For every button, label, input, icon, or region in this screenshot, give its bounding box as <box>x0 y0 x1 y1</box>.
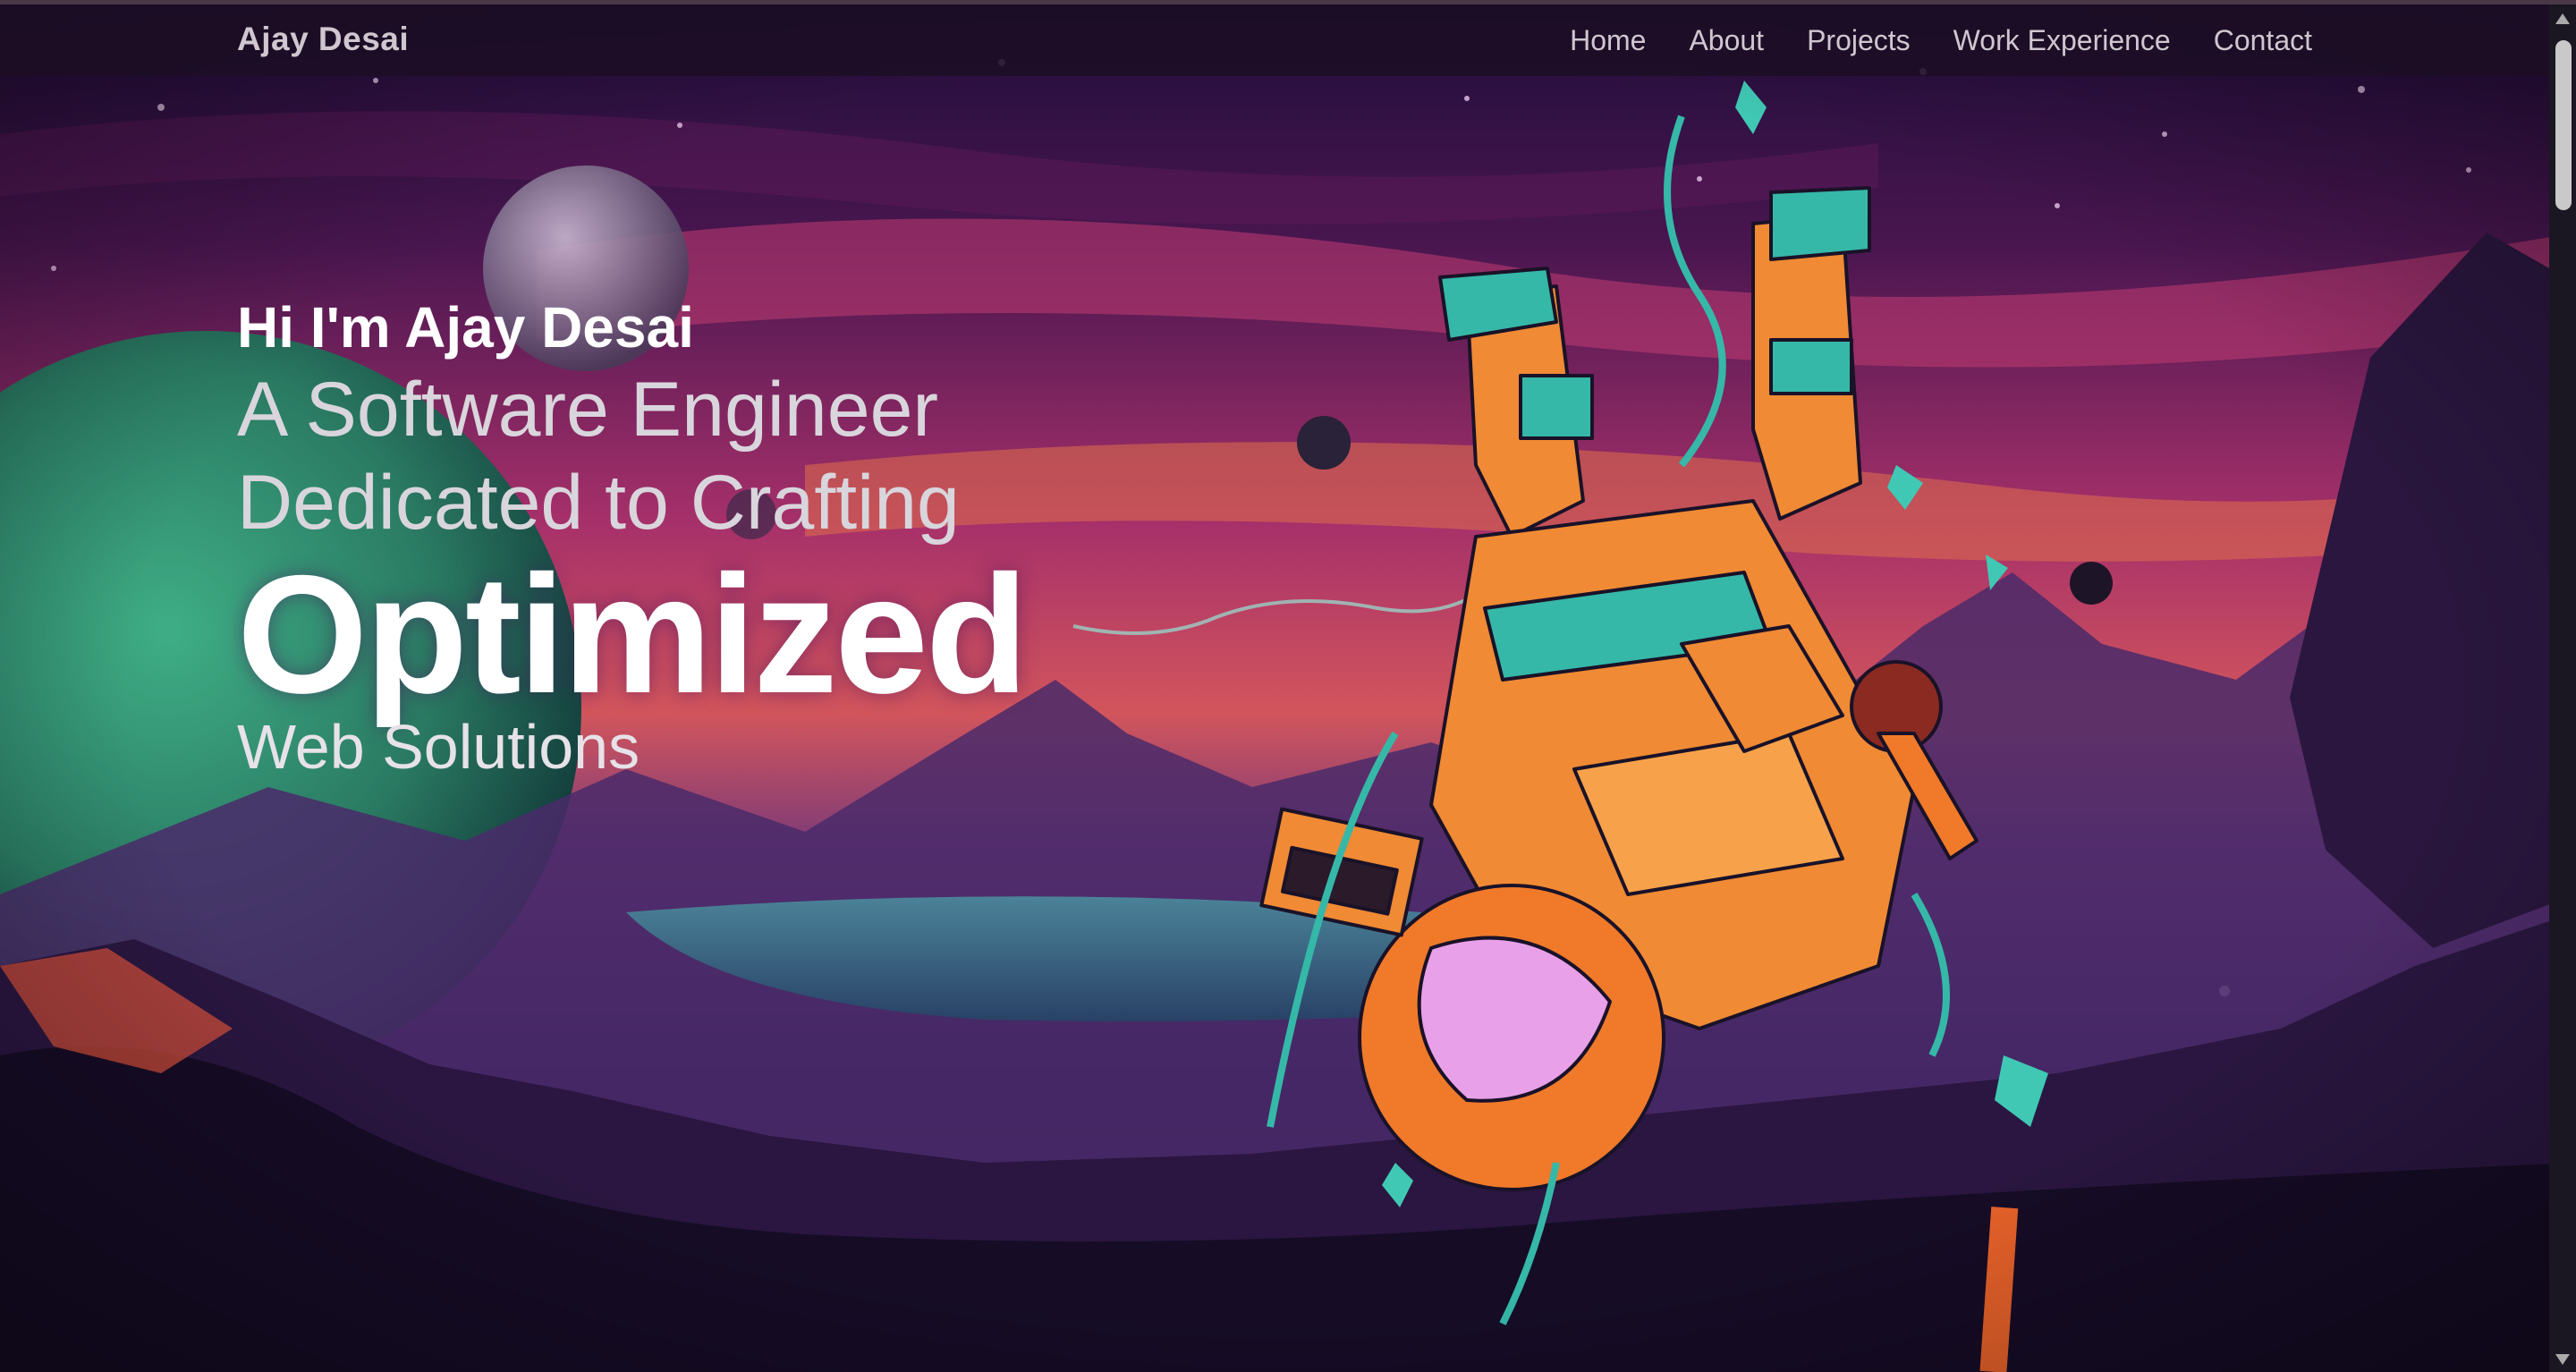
hero-line-2: Dedicated to Crafting <box>237 460 960 546</box>
hero-greeting: Hi I'm Ajay Desai <box>237 295 694 360</box>
nav-home[interactable]: Home <box>1570 24 1646 57</box>
scroll-up-arrow-icon[interactable] <box>2555 13 2570 24</box>
scrollbar[interactable] <box>2549 4 2576 1372</box>
nav-about[interactable]: About <box>1689 24 1764 57</box>
brand-logo[interactable]: Ajay Desai <box>237 21 409 58</box>
main-nav: Home About Projects Work Experience Cont… <box>1570 24 2312 57</box>
site-header: Ajay Desai Home About Projects Work Expe… <box>0 4 2549 76</box>
nav-work-experience[interactable]: Work Experience <box>1953 24 2171 57</box>
scroll-down-arrow-icon[interactable] <box>2555 1354 2570 1365</box>
hero-highlight: Optimized <box>237 540 1029 728</box>
nav-projects[interactable]: Projects <box>1807 24 1911 57</box>
hero-intro: Hi I'm Ajay Desai A Software Engineer De… <box>237 295 1029 778</box>
scrollbar-thumb[interactable] <box>2555 40 2572 210</box>
nav-contact[interactable]: Contact <box>2214 24 2312 57</box>
hero-line-1: A Software Engineer <box>237 367 939 453</box>
